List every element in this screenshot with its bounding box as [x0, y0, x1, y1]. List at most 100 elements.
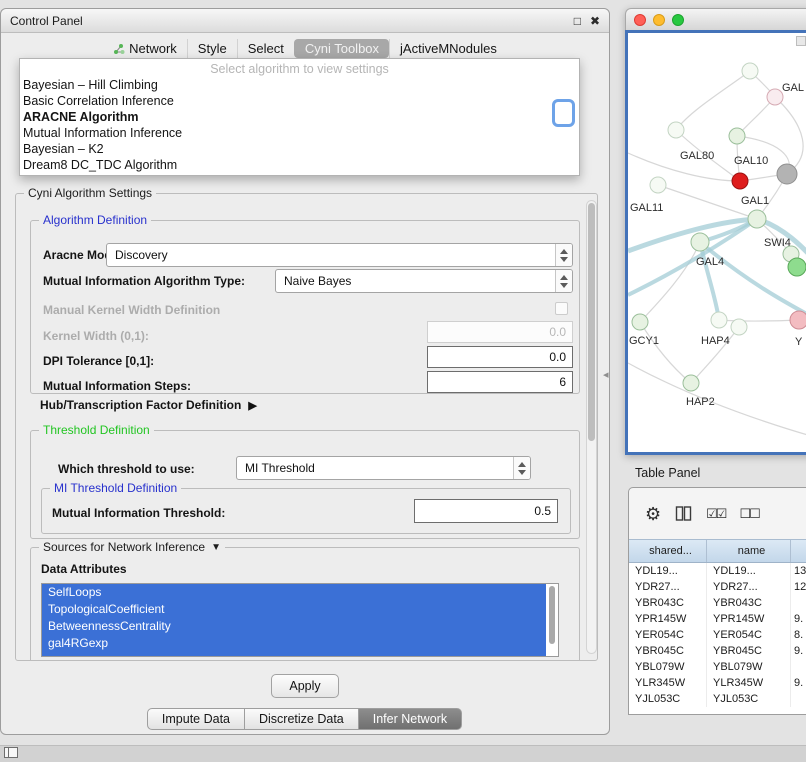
dropdown-item[interactable]: Dream8 DC_TDC Algorithm: [20, 157, 579, 173]
tab-label: Select: [248, 41, 284, 56]
column-header-name[interactable]: name: [707, 540, 791, 562]
node-label: GAL1: [741, 195, 769, 207]
table-row[interactable]: YLR345WYLR345W9.: [629, 675, 806, 691]
deselect-all-rows-icon[interactable]: ☐☐: [739, 507, 758, 520]
table-row[interactable]: YBR043CYBR043C: [629, 595, 806, 611]
table-panel-window: ⚙ ☑☑ ☐☐ shared... name YDL19...YDL19...1…: [628, 487, 806, 715]
which-threshold-select[interactable]: MI Threshold: [236, 456, 531, 480]
column-header-extra[interactable]: [791, 540, 806, 562]
columns-icon[interactable]: [675, 505, 692, 522]
splitter-collapse-icon[interactable]: ◂: [603, 368, 609, 381]
mi-steps-label: Mutual Information Steps:: [43, 379, 191, 393]
group-title: Algorithm Definition: [39, 213, 151, 227]
tab-discretize-data[interactable]: Discretize Data: [244, 708, 359, 730]
focused-stepper-button[interactable]: [552, 99, 575, 127]
control-panel-titlebar: Control Panel □ ✖: [1, 9, 609, 33]
node-label: HAP2: [686, 396, 715, 408]
scrollbar-thumb[interactable]: [549, 586, 555, 644]
tab-infer-network[interactable]: Infer Network: [358, 708, 462, 730]
table-row[interactable]: YDR27...YDR27...12: [629, 579, 806, 595]
tab-impute-data[interactable]: Impute Data: [147, 708, 245, 730]
scrollbar-thumb[interactable]: [588, 203, 595, 441]
tab-cyni-toolbox[interactable]: Cyni Toolbox: [294, 39, 389, 58]
attribute-item[interactable]: TopologicalCoefficient: [42, 601, 546, 618]
network-node-gal80[interactable]: [668, 122, 684, 138]
attribute-item[interactable]: SelfLoops: [42, 584, 546, 601]
group-title: MI Threshold Definition: [50, 481, 181, 495]
mi-algorithm-type-select[interactable]: Naive Bayes: [275, 269, 573, 293]
mi-algorithm-type-label: Mutual Information Algorithm Type:: [43, 274, 245, 288]
table-body: YDL19...YDL19...13 YDR27...YDR27...12 YB…: [629, 563, 806, 714]
dropdown-item[interactable]: Basic Correlation Inference: [20, 93, 579, 109]
network-node-gal4[interactable]: [691, 233, 709, 251]
select-all-rows-icon[interactable]: ☑☑: [706, 507, 725, 520]
network-node[interactable]: [742, 63, 758, 79]
network-canvas[interactable]: GAL GAL80 GAL10 GAL11 GAL1 SWI4 GAL4 GCY…: [625, 30, 806, 455]
node-label: Y: [795, 336, 803, 348]
aracne-mode-select[interactable]: Discovery: [106, 243, 573, 267]
dropdown-item[interactable]: Mutual Information Inference: [20, 125, 579, 141]
tab-label: Network: [129, 41, 177, 56]
dropdown-item[interactable]: ARACNE Algorithm: [20, 109, 579, 125]
network-node[interactable]: [777, 164, 797, 184]
tab-select[interactable]: Select: [237, 39, 294, 58]
attribute-item[interactable]: [42, 652, 546, 657]
dropdown-item[interactable]: Bayesian – K2: [20, 141, 579, 157]
node-label: GAL10: [734, 155, 768, 167]
mi-threshold-field[interactable]: 0.5: [414, 499, 558, 523]
dpi-tolerance-field[interactable]: 0.0: [427, 346, 573, 368]
docked-panel-icon[interactable]: [4, 747, 18, 758]
control-panel-tabs: Network Style Select Cyni Toolbox jActiv…: [1, 37, 609, 60]
network-node-gal10[interactable]: [732, 173, 748, 189]
tab-network[interactable]: Network: [103, 39, 187, 58]
network-glyph-icon: [113, 43, 125, 55]
table-row[interactable]: YBL079WYBL079W: [629, 659, 806, 675]
dropdown-item[interactable]: Bayesian – Hill Climbing: [20, 77, 579, 93]
mi-steps-field[interactable]: 6: [427, 371, 573, 393]
close-window-icon[interactable]: ✖: [590, 14, 600, 28]
column-header-shared-name[interactable]: shared...: [629, 540, 707, 562]
manual-kernel-width-label: Manual Kernel Width Definition: [43, 303, 220, 317]
close-traffic-light-icon[interactable]: [634, 14, 646, 26]
table-toolbar: ⚙ ☑☑ ☐☐: [629, 488, 806, 539]
algorithm-definition-group: Algorithm Definition Aracne Mode: Discov…: [30, 220, 580, 394]
cyni-bottom-tabs: Impute Data Discretize Data Infer Networ…: [1, 708, 609, 730]
dropdown-placeholder: Select algorithm to view settings: [20, 61, 579, 77]
network-node[interactable]: [790, 311, 806, 329]
tab-jactivemnodules[interactable]: jActiveMNodules: [389, 39, 507, 58]
table-row[interactable]: YBR045CYBR045C9.: [629, 643, 806, 659]
float-window-icon[interactable]: □: [574, 14, 581, 28]
network-node-gal1[interactable]: [748, 210, 766, 228]
sources-toggle[interactable]: Sources for Network Inference ▼: [39, 540, 225, 554]
selected-value: MI Threshold: [237, 461, 513, 475]
network-node[interactable]: [767, 89, 783, 105]
hub-tf-definition-toggle[interactable]: Hub/Transcription Factor Definition ▶: [40, 398, 257, 412]
mi-threshold-label: Mutual Information Threshold:: [52, 506, 225, 520]
apply-button[interactable]: Apply: [271, 674, 339, 698]
which-threshold-label: Which threshold to use:: [58, 462, 195, 476]
table-row[interactable]: YDL19...YDL19...13: [629, 563, 806, 579]
attribute-item[interactable]: gal4RGexp: [42, 635, 546, 652]
group-title: Cyni Algorithm Settings: [24, 186, 156, 200]
node-label: GAL11: [630, 202, 663, 214]
kernel-width-label: Kernel Width (0,1):: [43, 329, 149, 343]
network-view-window: GAL GAL80 GAL10 GAL11 GAL1 SWI4 GAL4 GCY…: [625, 8, 806, 455]
minimize-traffic-light-icon[interactable]: [653, 14, 665, 26]
settings-scrollbar[interactable]: [586, 200, 597, 654]
network-node[interactable]: [731, 319, 747, 335]
list-scrollbar[interactable]: [548, 586, 556, 654]
attribute-item[interactable]: BetweennessCentrality: [42, 618, 546, 635]
network-node-gcy1[interactable]: [632, 314, 648, 330]
zoom-traffic-light-icon[interactable]: [672, 14, 684, 26]
table-row[interactable]: YJL053CYJL053C: [629, 691, 806, 707]
network-node-hap4[interactable]: [711, 312, 727, 328]
network-node[interactable]: [729, 128, 745, 144]
gear-icon[interactable]: ⚙: [645, 505, 661, 523]
table-row[interactable]: YPR145WYPR145W9.: [629, 611, 806, 627]
tab-style[interactable]: Style: [187, 39, 237, 58]
network-node-gal11[interactable]: [650, 177, 666, 193]
network-node[interactable]: [788, 258, 806, 276]
network-node-hap2[interactable]: [683, 375, 699, 391]
table-row[interactable]: YER054CYER054C8.: [629, 627, 806, 643]
node-label: GAL: [782, 82, 804, 94]
